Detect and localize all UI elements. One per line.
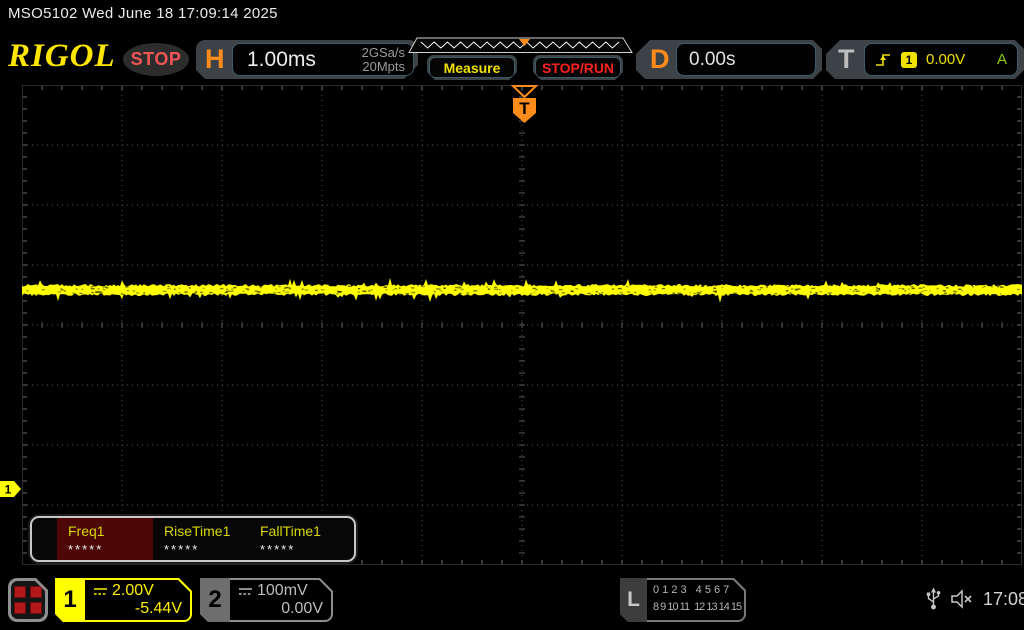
measurement-label: FallTime1 (260, 523, 321, 539)
menu-grid-icon (11, 581, 45, 619)
channel1-offset: -5.44V (134, 600, 182, 617)
clock: 17:08 (983, 588, 1024, 609)
timebase-box[interactable]: 1.00ms 2GSa/s 20Mpts (232, 43, 414, 76)
waveform-preview-strip[interactable] (408, 37, 634, 54)
measurement-panel[interactable]: Freq1 ***** RiseTime1 ***** FallTime1 **… (30, 516, 356, 562)
sample-rate-memory: 2GSa/s 20Mpts (362, 46, 405, 74)
delay-label: D (650, 44, 670, 74)
logic-label: L (620, 578, 647, 622)
channel1-level-marker[interactable]: 1 (0, 480, 23, 498)
dc-coupling-icon (238, 587, 253, 596)
run-state-badge[interactable]: STOP (123, 43, 189, 76)
usb-icon (926, 587, 941, 610)
measure-button[interactable]: Measure (427, 55, 517, 80)
horizontal-label: H (205, 44, 225, 74)
stop-run-button-label: STOP/RUN (541, 59, 615, 76)
memory-depth: 20Mpts (362, 59, 405, 74)
channel1-number: 1 (55, 578, 85, 622)
delay-box[interactable]: 0.00s (676, 43, 816, 76)
channel2-offset: 0.00V (281, 600, 323, 617)
trigger-sweep-mode: A (996, 51, 1007, 68)
dc-coupling-icon (93, 587, 108, 596)
oscilloscope-screen: MSO5102 Wed June 18 17:09:14 2025 RIGOL … (0, 0, 1024, 630)
run-state-label: STOP (130, 49, 182, 69)
measurement-label: Freq1 (68, 523, 105, 539)
measurement-value: ***** (68, 542, 104, 557)
svg-text:T: T (519, 99, 530, 118)
logic-channel-numbers: 0 1 2 34 5 6 7 8 9 10 11 12 13 14 15 (653, 584, 742, 613)
stop-run-button[interactable]: STOP/RUN (533, 55, 623, 80)
rigol-logo: RIGOL (8, 38, 116, 74)
menu-grid-button[interactable] (8, 578, 48, 622)
measurement-label: RiseTime1 (164, 523, 231, 539)
svg-text:1: 1 (5, 483, 12, 497)
measurement-value: ***** (260, 542, 296, 557)
waveform-display-area[interactable] (22, 85, 1022, 565)
channel1-trace (22, 278, 1022, 303)
trigger-box[interactable]: 1 0.00V A (864, 43, 1018, 76)
edge-trigger-icon (876, 54, 890, 66)
measure-button-label: Measure (443, 59, 501, 76)
measurement-value: ***** (164, 542, 200, 557)
trigger-label: T (838, 44, 855, 74)
channel1-scale: 2.00V (112, 582, 154, 599)
trigger-position-marker[interactable]: T (508, 85, 541, 125)
trigger-source-badge: 1 (901, 51, 917, 68)
logic-channels-widget[interactable]: L 0 1 2 34 5 6 7 8 9 10 11 12 13 14 15 (620, 578, 746, 622)
speaker-muted-icon (951, 589, 972, 609)
channel1-widget[interactable]: 1 2.00V -5.44V (55, 578, 192, 622)
channel2-scale: 100mV (257, 582, 308, 599)
measurement-item-risetime1[interactable]: RiseTime1 ***** (153, 518, 249, 560)
timebase-value: 1.00ms (247, 48, 316, 71)
delay-value: 0.00s (689, 49, 736, 70)
model-and-datetime: MSO5102 Wed June 18 17:09:14 2025 (8, 5, 278, 22)
trigger-level-value: 0.00V (926, 51, 966, 68)
measurement-item-freq1[interactable]: Freq1 ***** (57, 518, 153, 560)
channel2-widget[interactable]: 2 100mV 0.00V (200, 578, 333, 622)
sample-rate: 2GSa/s (361, 45, 405, 60)
measurement-item-falltime1[interactable]: FallTime1 ***** (249, 518, 345, 560)
channel2-number: 2 (200, 578, 230, 622)
